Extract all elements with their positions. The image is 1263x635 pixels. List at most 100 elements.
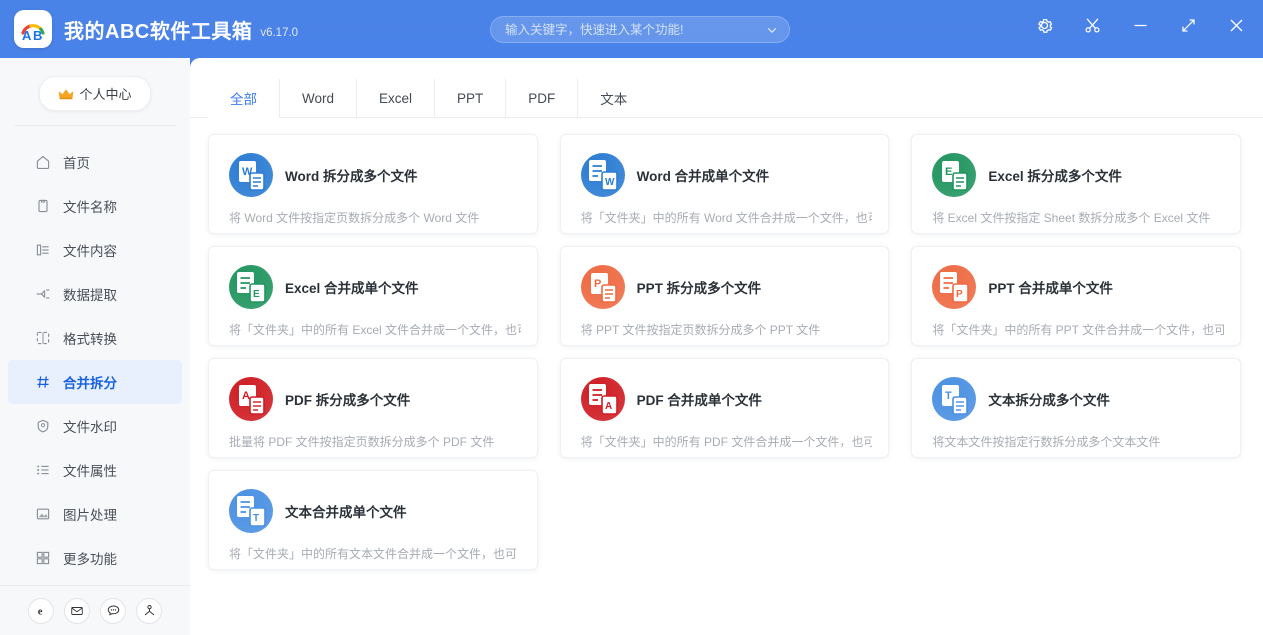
settings-button[interactable] — [1033, 14, 1055, 36]
feature-card[interactable]: A PDF 拆分成多个文件批量将 PDF 文件按指定页数拆分成多个 PDF 文件 — [208, 358, 538, 458]
tab-all[interactable]: 全部 — [208, 79, 279, 118]
minimize-icon — [1133, 24, 1147, 26]
feature-card-description: 将「文件夹」中的所有 Word 文件合并成一个文件，也可 — [580, 211, 873, 225]
sidebar-item-label: 文件名称 — [63, 200, 117, 215]
pdf-merge-icon: A — [580, 377, 625, 421]
chevron-down-icon[interactable] — [765, 23, 779, 37]
feature-card-description: 将「文件夹」中的所有文本文件合并成一个文件，也可 — [229, 547, 518, 561]
text-split-icon: T — [932, 377, 977, 421]
sidebar-item-label: 更多功能 — [63, 552, 117, 567]
home-icon — [34, 154, 51, 171]
svg-text:A: A — [605, 401, 612, 412]
feature-card-description: 将 Excel 文件按指定 Sheet 数拆分成多个 Excel 文件 — [932, 211, 1211, 225]
search-box[interactable] — [490, 16, 790, 43]
sidebar-item-label: 格式转换 — [63, 332, 117, 347]
tab-label: 文本 — [600, 92, 628, 107]
word-split-icon: W — [229, 153, 273, 197]
feature-card[interactable]: E Excel 合并成单个文件将「文件夹」中的所有 Excel 文件合并成一个文件… — [208, 246, 538, 346]
svg-text:A: A — [22, 28, 32, 43]
feature-card-description: 批量将 PDF 文件按指定页数拆分成多个 PDF 文件 — [229, 435, 495, 449]
svg-text:A: A — [242, 390, 250, 402]
window-controls — [1033, 14, 1247, 36]
tab-label: 全部 — [230, 92, 257, 107]
sidebar-item-format-convert[interactable]: 格式转换 — [8, 316, 182, 360]
feature-card[interactable]: P PPT 拆分成多个文件将 PPT 文件按指定页数拆分成多个 PPT 文件 — [559, 246, 890, 346]
tab-pdf[interactable]: PDF — [505, 79, 577, 117]
svg-text:P: P — [594, 278, 601, 290]
ppt-merge-icon: P — [932, 265, 977, 309]
feature-card[interactable]: T 文本拆分成多个文件 将文本文件按指定行数拆分成多个文本文件 — [911, 358, 1241, 458]
feature-card-title: PDF 拆分成多个文件 — [285, 393, 411, 408]
more-functions-icon — [34, 550, 51, 567]
svg-text:T: T — [945, 390, 952, 402]
svg-text:W: W — [605, 177, 615, 188]
sidebar-item-home[interactable]: 首页 — [8, 140, 182, 184]
body-area: 个人中心 首页 文件名称 文件内容 数据提取 格式转换 合并拆分 文件水印 文件… — [0, 58, 1263, 635]
close-button[interactable] — [1225, 14, 1247, 36]
sidebar-item-more-functions[interactable]: 更多功能 — [8, 536, 182, 580]
sidebar-item-label: 首页 — [63, 156, 90, 171]
file-name-icon — [34, 198, 51, 215]
tab-ppt[interactable]: PPT — [434, 79, 505, 117]
ppt-split-icon: P — [580, 265, 625, 309]
svg-text:P: P — [956, 289, 963, 300]
search-input[interactable] — [505, 22, 765, 37]
feature-card-description: 将 PPT 文件按指定页数拆分成多个 PPT 文件 — [580, 323, 821, 337]
data-extract-icon — [34, 286, 51, 303]
sidebar-item-label: 文件属性 — [63, 464, 117, 479]
crown-icon — [59, 88, 74, 99]
personal-center-button[interactable]: 个人中心 — [39, 76, 151, 111]
merge-split-icon — [34, 374, 51, 391]
feature-card-title: Word 合并成单个文件 — [636, 169, 770, 184]
tab-label: PPT — [457, 90, 484, 106]
feature-card-title: Excel 合并成单个文件 — [285, 281, 419, 296]
sidebar-item-file-properties[interactable]: 文件属性 — [8, 448, 182, 492]
image-process-icon — [34, 506, 51, 523]
feature-card[interactable]: W Word 合并成单个文件将「文件夹」中的所有 Word 文件合并成一个文件，也… — [559, 134, 890, 234]
pdf-split-icon: A — [229, 377, 273, 421]
sidebar-item-label: 合并拆分 — [63, 376, 117, 391]
tab-excel[interactable]: Excel — [356, 79, 434, 117]
feature-card-description: 将「文件夹」中的所有 PDF 文件合并成一个文件，也可 — [580, 435, 873, 449]
feature-card[interactable]: T 文本合并成单个文件 将「文件夹」中的所有文本文件合并成一个文件，也可 — [208, 470, 538, 570]
sidebar-item-watermark[interactable]: 文件水印 — [8, 404, 182, 448]
scissors-icon — [1084, 18, 1100, 33]
tab-label: Word — [302, 90, 335, 106]
minimize-button[interactable] — [1129, 14, 1151, 36]
sidebar: 个人中心 首页 文件名称 文件内容 数据提取 格式转换 合并拆分 文件水印 文件… — [0, 58, 190, 635]
excel-merge-icon: E — [229, 265, 273, 309]
sidebar-item-image-process[interactable]: 图片处理 — [8, 492, 182, 536]
tab-label: Excel — [379, 90, 413, 106]
feature-card[interactable]: A PDF 合并成单个文件 将「文件夹」中的所有 PDF 文件合并成一个文件，也可 — [559, 358, 890, 458]
feature-card-title: Excel 拆分成多个文件 — [988, 169, 1122, 184]
user-group-icon[interactable] — [136, 597, 162, 624]
sidebar-item-data-extract[interactable]: 数据提取 — [8, 272, 182, 316]
file-content-icon — [34, 242, 51, 259]
browser-icon[interactable]: e — [28, 597, 54, 624]
feature-card-title: 文本合并成单个文件 — [285, 505, 407, 520]
feature-card-title: PPT 合并成单个文件 — [988, 281, 1113, 296]
file-properties-icon — [34, 462, 51, 479]
feature-card-description: 将「文件夹」中的所有 PPT 文件合并成一个文件，也可 — [932, 323, 1224, 337]
watermark-icon — [34, 418, 51, 435]
application-window: A B 我的ABC软件工具箱 v6.17.0 输入关键字，快速进入某个功能! 个… — [0, 0, 1263, 635]
sidebar-item-label: 数据提取 — [63, 288, 117, 303]
expand-icon — [1181, 18, 1195, 32]
sidebar-item-file-content[interactable]: 文件内容 — [8, 228, 182, 272]
tab-word[interactable]: Word — [279, 79, 356, 117]
maximize-button[interactable] — [1177, 14, 1199, 36]
feature-card-description: 将「文件夹」中的所有 Excel 文件合并成一个文件，也可 — [229, 323, 521, 337]
sidebar-item-file-name[interactable]: 文件名称 — [8, 184, 182, 228]
mail-icon[interactable] — [64, 597, 90, 624]
feature-card[interactable]: E Excel 拆分成多个文件将 Excel 文件按指定 Sheet 数拆分成多个… — [911, 134, 1241, 234]
tab-text[interactable]: 文本 — [577, 79, 649, 117]
feature-card-description: 将 Word 文件按指定页数拆分成多个 Word 文件 — [229, 211, 480, 225]
category-tabs: 全部 Word Excel PPT PDF 文本 — [190, 58, 1263, 118]
snip-button[interactable] — [1081, 14, 1103, 36]
feature-card[interactable]: W Word 拆分成多个文件将 Word 文件按指定页数拆分成多个 Word 文件 — [208, 134, 538, 234]
sidebar-item-merge-split[interactable]: 合并拆分 — [8, 360, 182, 404]
svg-text:e: e — [37, 606, 42, 617]
feature-card[interactable]: P PPT 合并成单个文件将「文件夹」中的所有 PPT 文件合并成一个文件，也可 — [911, 246, 1241, 346]
chat-icon[interactable] — [100, 597, 126, 624]
app-logo-icon: A B — [14, 10, 52, 48]
